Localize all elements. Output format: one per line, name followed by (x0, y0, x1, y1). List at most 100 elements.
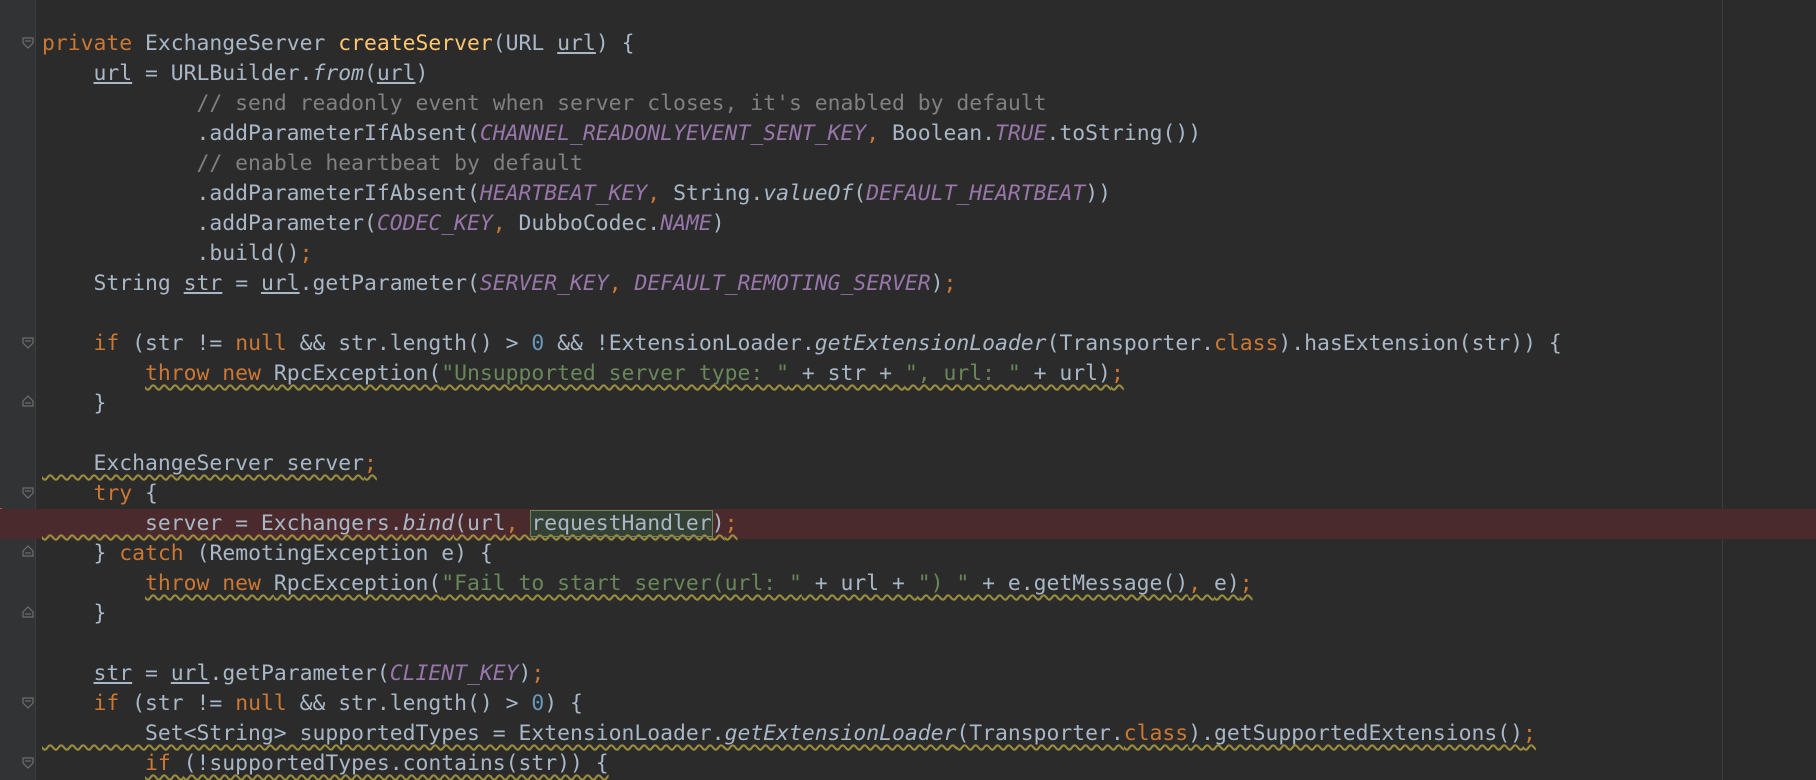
fold-icon[interactable] (22, 757, 34, 769)
code-token: = (132, 661, 171, 686)
fold-icon[interactable] (22, 487, 34, 499)
code-token: createServer (338, 31, 493, 56)
code-token: // send readonly event when server close… (196, 91, 1047, 116)
code-token: ExchangeServer server (42, 451, 364, 476)
code-token: ).hasExtension(str)) { (1278, 331, 1562, 356)
code-line[interactable] (42, 419, 1816, 449)
code-line[interactable]: } catch (RemotingException e) { (42, 539, 1816, 569)
code-line[interactable]: .addParameter(CODEC_KEY, DubboCodec.NAME… (42, 209, 1816, 239)
code-token: .addParameter( (42, 211, 377, 236)
code-token: (Transporter. (956, 721, 1124, 746)
code-token: ; (299, 241, 313, 266)
code-line[interactable]: throw new RpcException("Fail to start se… (42, 569, 1816, 599)
code-token: = URLBuilder. (132, 61, 313, 86)
code-token: , (608, 271, 635, 296)
code-token: && str.length() > (299, 691, 532, 716)
code-token: = (222, 271, 261, 296)
code-token: ; (363, 451, 377, 476)
code-token: ; (724, 511, 738, 536)
code-token: "Unsupported server type: " (441, 361, 789, 386)
code-line[interactable]: Set<String> supportedTypes = ExtensionLo… (42, 719, 1816, 749)
code-token: DEFAULT_HEARTBEAT (866, 181, 1086, 206)
code-token: .build() (42, 241, 300, 266)
code-token: SERVER_KEY (479, 271, 609, 296)
code-token: (Transporter. (1046, 331, 1214, 356)
code-token: } (42, 601, 107, 626)
code-line[interactable]: url = URLBuilder.from(url) (42, 59, 1816, 89)
code-line[interactable]: // send readonly event when server close… (42, 89, 1816, 119)
fold-icon[interactable] (22, 545, 34, 557)
code-token: throw new (145, 571, 274, 596)
code-token: if (93, 691, 133, 716)
code-token: server = Exchangers. (42, 511, 403, 536)
code-line[interactable]: // enable heartbeat by default (42, 149, 1816, 179)
code-token: { (145, 481, 158, 506)
code-token: .getParameter( (299, 271, 480, 296)
code-line[interactable]: str = url.getParameter(CLIENT_KEY); (42, 659, 1816, 689)
code-token: class (1213, 331, 1279, 356)
code-token: String. (673, 181, 764, 206)
code-token: url (260, 271, 300, 296)
code-token: private (42, 31, 146, 56)
fold-icon[interactable] (22, 395, 34, 407)
fold-icon[interactable] (22, 337, 34, 349)
code-token: 0 (531, 331, 545, 356)
code-token: valueOf (763, 181, 854, 206)
code-token: catch (119, 541, 197, 566)
code-token: if (93, 331, 133, 356)
editor-gutter[interactable] (0, 0, 36, 780)
code-token: , (1188, 571, 1214, 596)
code-line[interactable]: if (!supportedTypes.contains(str)) { (42, 749, 1816, 779)
code-token: ", url: " (904, 361, 1021, 386)
code-line[interactable]: .addParameterIfAbsent(CHANNEL_READONLYEV… (42, 119, 1816, 149)
code-token: (URL (492, 31, 558, 56)
code-token: ; (1110, 361, 1124, 386)
code-line[interactable]: private ExchangeServer createServer(URL … (42, 29, 1816, 59)
code-token: ; (943, 271, 957, 296)
code-token: + str + (788, 361, 905, 386)
code-token: requestHandler (530, 510, 713, 537)
fold-icon[interactable] (22, 37, 34, 49)
fold-icon[interactable] (22, 697, 34, 709)
code-token: ( (363, 61, 377, 86)
code-line[interactable]: server = Exchangers.bind(url, requestHan… (0, 509, 1816, 539)
code-line[interactable]: } (42, 599, 1816, 629)
code-token: getExtensionLoader (724, 721, 957, 746)
code-token: null (235, 691, 300, 716)
code-line[interactable] (42, 629, 1816, 659)
code-line[interactable]: ExchangeServer server; (42, 449, 1816, 479)
code-token: ) { (595, 31, 635, 56)
fold-icon[interactable] (22, 606, 34, 618)
code-line[interactable] (42, 299, 1816, 329)
code-line[interactable]: if (str != null && str.length() > 0) { (42, 689, 1816, 719)
code-token: Set<String> supportedTypes = ExtensionLo… (42, 721, 725, 746)
code-line[interactable]: } (42, 389, 1816, 419)
code-token: CHANNEL_READONLYEVENT_SENT_KEY (479, 121, 867, 146)
code-token: ExchangeServer (145, 31, 339, 56)
code-token: .addParameterIfAbsent( (42, 121, 480, 146)
code-token: .addParameterIfAbsent( (42, 181, 480, 206)
code-token: , (647, 181, 674, 206)
code-line[interactable]: String str = url.getParameter(SERVER_KEY… (42, 269, 1816, 299)
code-token: .toString()) (1046, 121, 1202, 146)
code-line[interactable]: throw new RpcException("Unsupported serv… (42, 359, 1816, 389)
code-line[interactable]: .addParameterIfAbsent(HEARTBEAT_KEY, Str… (42, 179, 1816, 209)
code-token: url (557, 31, 596, 56)
code-line[interactable]: if (str != null && str.length() > 0 && !… (42, 329, 1816, 359)
code-token: ") " (917, 571, 970, 596)
code-editor[interactable]: private ExchangeServer createServer(URL … (0, 0, 1816, 780)
code-area[interactable]: private ExchangeServer createServer(URL … (0, 29, 1816, 779)
code-token: (str != (132, 331, 236, 356)
code-token: } (42, 541, 120, 566)
code-line[interactable]: .build(); (42, 239, 1816, 269)
code-line[interactable]: try { (42, 479, 1816, 509)
code-token: RpcException( (273, 571, 442, 596)
code-token: .getParameter( (209, 661, 390, 686)
code-token: from (312, 61, 364, 86)
code-token: (!supportedTypes.contains(str)) { (183, 751, 609, 776)
code-token: ; (1523, 721, 1536, 746)
